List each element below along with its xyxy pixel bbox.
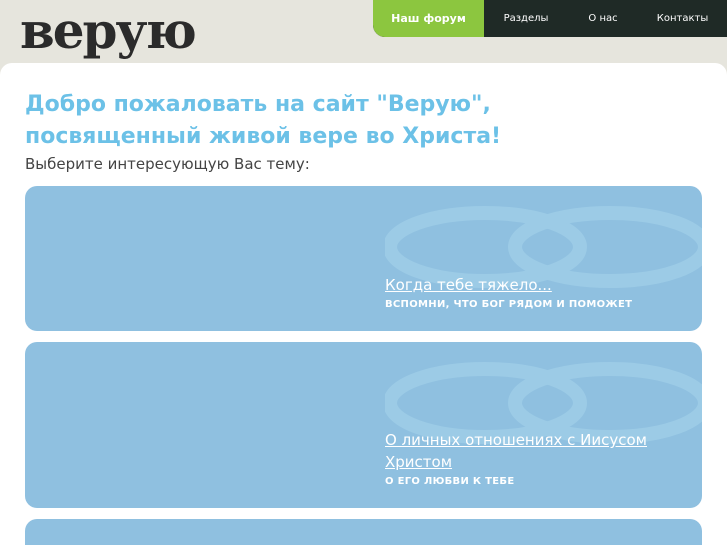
topic-link-hard-times[interactable]: Когда тебе тяжело... [385,274,685,296]
main-content: Добро пожаловать на сайт "Верую", посвящ… [0,63,727,545]
page-title: Добро пожаловать на сайт "Верую", посвящ… [25,89,705,153]
page-title-line-1: Добро пожаловать на сайт "Верую", [25,92,491,117]
nav-item-forum[interactable]: Наш форум [373,0,484,37]
page-title-line-2: посвященный живой вере во Христа! [25,124,502,149]
topic-card-text: О личных отношениях с Иисусом Христом О … [385,429,685,487]
nav-item-about[interactable]: О нас [568,0,638,37]
topic-link-relationship-line-1: О личных отношениях с Иисусом [385,431,647,449]
topic-link-relationship-line-2: Христом [385,453,453,471]
topic-subtitle-hard-times: ВСПОМНИ, ЧТО БОГ РЯДОМ И ПОМОЖЕТ [385,299,633,310]
nav-item-sections[interactable]: Разделы [484,0,568,37]
top-nav: Наш форум Разделы О нас Контакты [373,0,727,37]
page-subtitle: Выберите интересующую Вас тему: [25,155,310,173]
topic-link-relationship[interactable]: О личных отношениях с Иисусом Христом [385,429,685,473]
topic-subtitle-relationship: О ЕГО ЛЮБВИ К ТЕБЕ [385,476,515,487]
site-logo[interactable]: верую [20,0,197,62]
topic-card-hard-times[interactable]: Когда тебе тяжело... ВСПОМНИ, ЧТО БОГ РЯ… [25,186,702,331]
topic-card-partial[interactable] [25,519,702,545]
topic-card-relationship[interactable]: О личных отношениях с Иисусом Христом О … [25,342,702,508]
nav-item-contacts[interactable]: Контакты [638,0,727,37]
topic-card-text: Когда тебе тяжело... ВСПОМНИ, ЧТО БОГ РЯ… [385,274,685,310]
